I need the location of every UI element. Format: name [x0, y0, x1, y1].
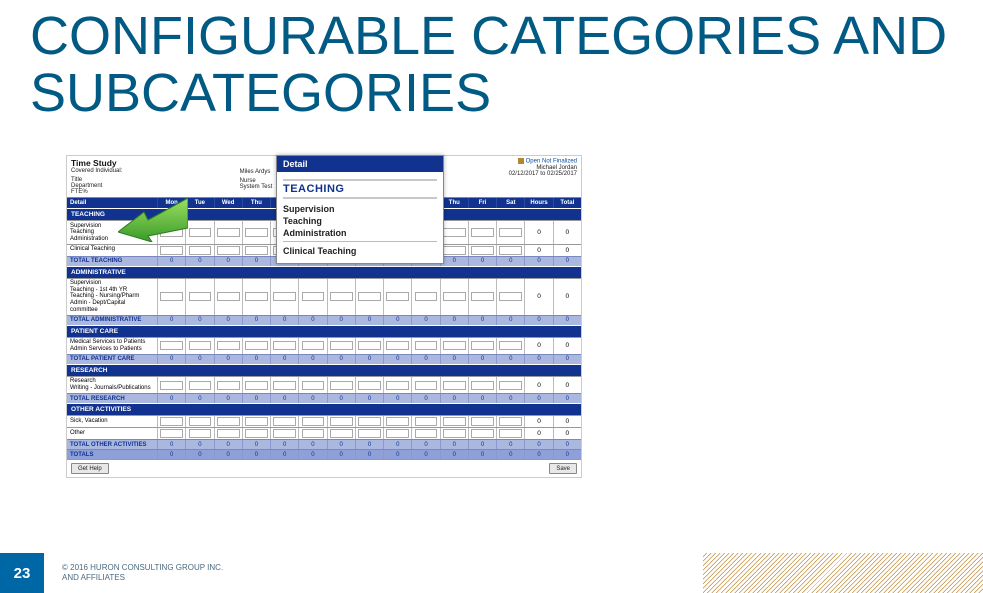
section-other: OTHER ACTIVITIES: [67, 403, 581, 415]
inset-callout: Detail TEACHING Supervision Teaching Adm…: [276, 155, 444, 264]
status-icon: [518, 158, 524, 164]
section-admin: ADMINISTRATIVE: [67, 266, 581, 278]
grand-total-row: TOTALS000000000000000: [67, 449, 581, 459]
callout-arrow-icon: [118, 198, 188, 242]
inset-teaching-hdr: TEACHING: [283, 179, 437, 199]
total-row: TOTAL OTHER ACTIVITIES000000000000000: [67, 439, 581, 449]
page-number: 23: [0, 553, 44, 593]
table-row: Other00: [67, 427, 581, 439]
total-row: TOTAL ADMINISTRATIVE000000000000000: [67, 315, 581, 325]
table-row: SupervisionTeaching - 1st 4th YRTeaching…: [67, 278, 581, 315]
section-patient: PATIENT CARE: [67, 325, 581, 337]
footer: 23 © 2016 HURON CONSULTING GROUP INC. AN…: [0, 553, 983, 593]
table-row: Medical Services to PatientsAdmin Servic…: [67, 337, 581, 354]
total-row: TOTAL PATIENT CARE000000000000000: [67, 354, 581, 364]
fte-label: FTE%: [71, 189, 240, 195]
ts-heading: Time Study: [71, 158, 240, 168]
inset-detail-bar: Detail: [277, 156, 443, 172]
inset-sub: Administration: [283, 227, 437, 239]
section-research: RESEARCH: [67, 364, 581, 376]
copyright: © 2016 HURON CONSULTING GROUP INC. AND A…: [44, 553, 703, 593]
inset-sub: Supervision: [283, 203, 437, 215]
total-row: TOTAL RESEARCH000000000000000: [67, 393, 581, 403]
table-row: ResearchWriting - Journals/Publications0…: [67, 376, 581, 393]
hatch-pattern: [703, 553, 983, 593]
slide-title: CONFIGURABLE CATEGORIES AND SUBCATEGORIE…: [0, 0, 983, 121]
table-row: Sick, Vacation00: [67, 415, 581, 427]
help-button[interactable]: Get Help: [71, 463, 109, 474]
save-button[interactable]: Save: [549, 463, 577, 474]
inset-clinical: Clinical Teaching: [283, 245, 437, 260]
inset-sub: Teaching: [283, 215, 437, 227]
